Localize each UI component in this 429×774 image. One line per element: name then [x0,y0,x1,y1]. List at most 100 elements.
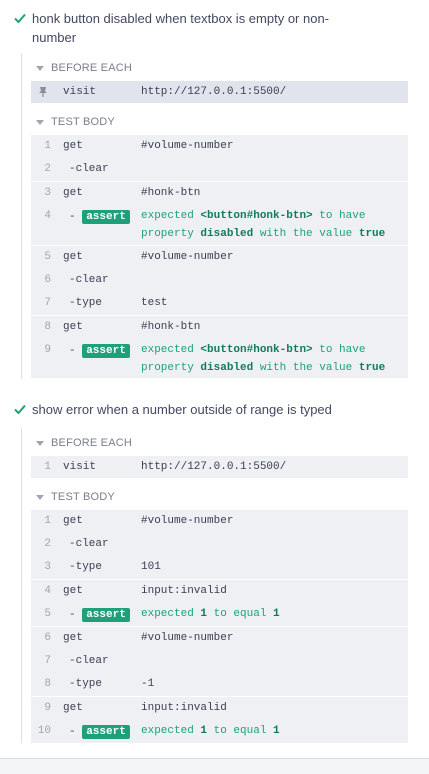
command-row[interactable]: visit http://127.0.0.1:5500/ [31,81,408,104]
line-number: 10 [37,725,51,737]
hook-label: TEST BODY [51,491,115,503]
caret-down-icon [36,494,44,500]
command-row[interactable]: 4 get input:invalid [31,580,408,603]
command-name: get [63,187,83,199]
command-row[interactable]: 3 get #honk-btn [31,182,408,205]
command-message: test [141,297,168,309]
assert-badge: assert [82,725,130,739]
test-tree-line [21,54,22,379]
command-message: #volume-number [141,251,234,263]
command-message: 101 [141,561,161,573]
command-message: http://127.0.0.1:5500/ [141,461,287,473]
line-number: 8 [44,321,51,333]
command-message: input:invalid [141,702,227,714]
caret-down-icon [36,440,44,446]
line-number: 3 [44,561,51,573]
caret-down-icon [36,65,44,71]
panel-footer [0,759,429,774]
assert-badge: assert [82,608,130,622]
command-name: visit [63,86,97,98]
line-number: 3 [44,187,51,199]
assert-row[interactable]: 5 - assert expected 1 to equal 1 [31,603,408,626]
assert-message: expected 1 to equal 1 [141,608,280,620]
hook-label: TEST BODY [51,116,115,128]
command-name: get [63,251,83,263]
assert-message: expected <button#honk-btn> to have prope… [141,210,386,240]
line-number: 9 [44,702,51,714]
command-message: input:invalid [141,585,227,597]
test-title[interactable]: show error when a number outside of rang… [14,400,392,419]
command-name: -type [69,678,103,690]
command-row[interactable]: 1 visit http://127.0.0.1:5500/ [31,456,408,479]
command-message: #volume-number [141,140,234,152]
assert-row[interactable]: 9 - assert expected <button#honk-btn> to… [31,339,408,379]
command-name: -type [69,297,103,309]
line-number: 6 [44,632,51,644]
command-row[interactable]: 8 -type -1 [31,673,408,696]
assert-message: expected 1 to equal 1 [141,725,280,737]
command-row[interactable]: 7 -type test [31,292,408,315]
line-number: 2 [44,538,51,550]
command-name: - assert [69,725,130,739]
command-row[interactable]: 1 get #volume-number [31,510,408,533]
line-number: 4 [44,210,51,222]
command-row[interactable]: 6 get #volume-number [31,627,408,650]
command-name: get [63,585,83,597]
command-name: -clear [69,538,109,550]
line-number: 9 [44,344,51,356]
test-body-header[interactable]: TEST BODY [36,115,115,129]
line-number: 7 [44,655,51,667]
check-icon [14,404,26,414]
command-name: get [63,632,83,644]
assert-row[interactable]: 10 - assert expected 1 to equal 1 [31,720,408,743]
test-title[interactable]: honk button disabled when textbox is emp… [14,9,362,47]
command-row[interactable]: 3 -type 101 [31,556,408,579]
before-each-header[interactable]: BEFORE EACH [36,436,132,450]
command-message: -1 [141,678,155,690]
test-tree-line [21,428,22,743]
line-number: 5 [44,608,51,620]
command-name: get [63,140,83,152]
command-name: -clear [69,274,109,286]
command-name: - assert [69,608,130,622]
line-number: 6 [44,274,51,286]
hook-label: BEFORE EACH [51,62,133,74]
command-name: - assert [69,210,130,224]
command-row[interactable]: 2 -clear [31,533,408,556]
test-title-text: honk button disabled when textbox is emp… [32,11,330,45]
line-number: 5 [44,251,51,263]
command-name: get [63,515,83,527]
command-name: visit [63,461,97,473]
test-body-header[interactable]: TEST BODY [36,490,115,504]
test-title-text: show error when a number outside of rang… [32,402,332,417]
assert-message: expected <button#honk-btn> to have prope… [141,344,386,374]
command-row[interactable]: 2 -clear [31,158,408,181]
command-row[interactable]: 7 -clear [31,650,408,673]
check-icon [14,13,26,23]
caret-down-icon [36,119,44,125]
line-number: 1 [44,515,51,527]
command-row[interactable]: 9 get input:invalid [31,697,408,720]
command-name: - assert [69,344,130,358]
hook-label: BEFORE EACH [51,437,133,449]
line-number: 4 [44,585,51,597]
line-number: 8 [44,678,51,690]
line-number: 7 [44,297,51,309]
before-each-header[interactable]: BEFORE EACH [36,61,132,75]
command-message: #honk-btn [141,321,201,333]
command-row[interactable]: 5 get #volume-number [31,246,408,269]
command-message: #volume-number [141,515,234,527]
command-message: #honk-btn [141,187,201,199]
command-row[interactable]: 8 get #honk-btn [31,316,408,339]
command-row[interactable]: 1 get #volume-number [31,135,408,158]
command-name: get [63,321,83,333]
command-row[interactable]: 6 -clear [31,269,408,292]
assert-badge: assert [82,210,130,224]
assert-row[interactable]: 4 - assert expected <button#honk-btn> to… [31,205,408,245]
line-number: 1 [44,461,51,473]
line-number: 2 [44,163,51,175]
command-name: -clear [69,163,109,175]
assert-badge: assert [82,344,130,358]
command-name: -clear [69,655,109,667]
command-message: #volume-number [141,632,234,644]
